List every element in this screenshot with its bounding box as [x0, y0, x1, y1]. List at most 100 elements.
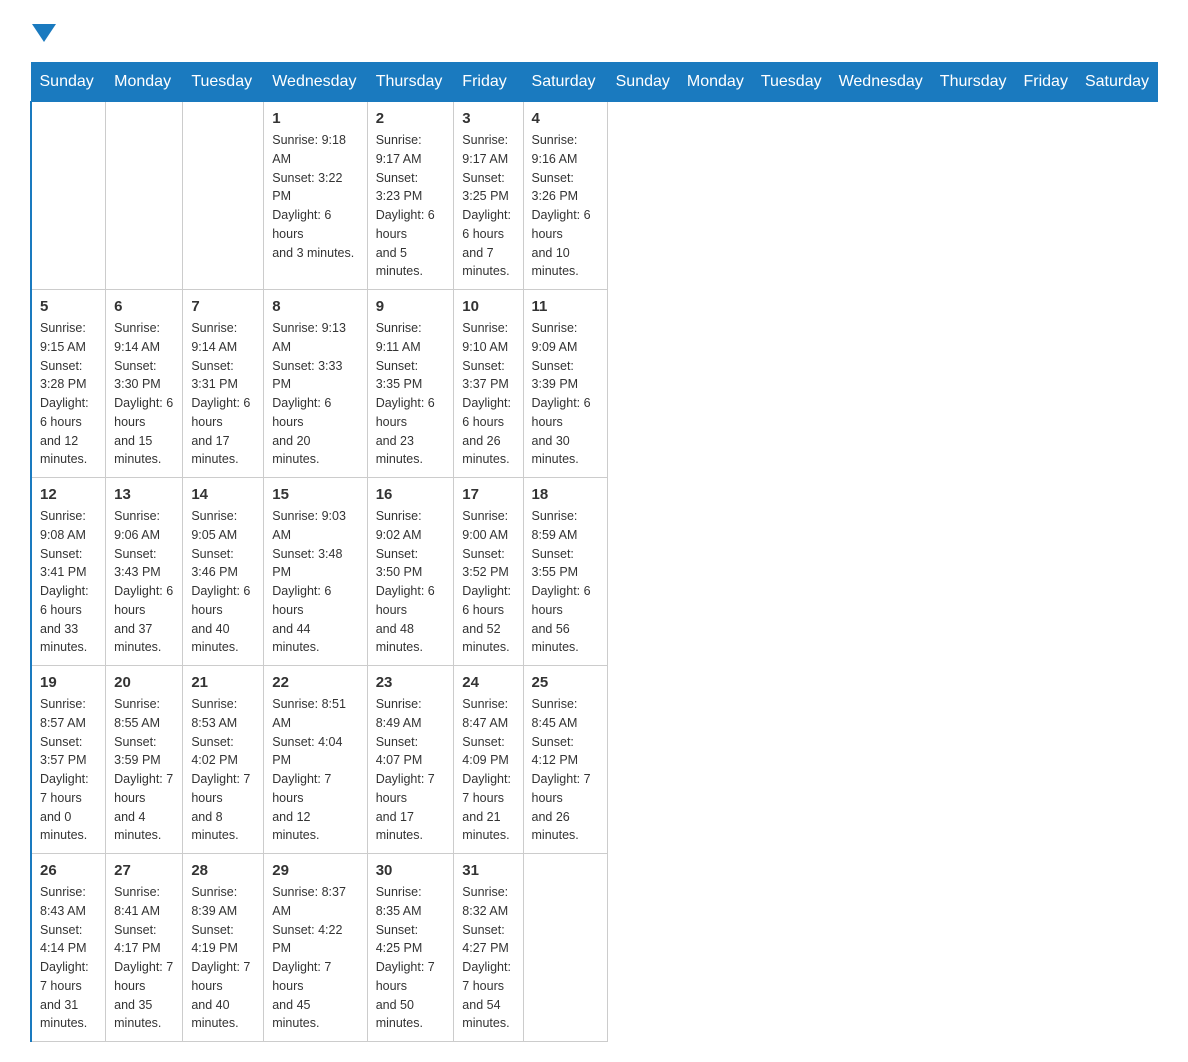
day-of-week-saturday: Saturday [1076, 63, 1157, 102]
day-of-week-friday: Friday [1015, 63, 1076, 102]
calendar-cell: 15Sunrise: 9:03 AM Sunset: 3:48 PM Dayli… [264, 478, 367, 666]
day-number: 17 [462, 486, 514, 503]
day-number: 8 [272, 298, 358, 315]
calendar-cell: 5 Sunrise: 9:15 AM Sunset: 3:28 PM Daylig… [31, 290, 106, 478]
calendar-cell: 26Sunrise: 8:43 AM Sunset: 4:14 PM Dayli… [31, 854, 106, 1042]
calendar-cell: 20 Sunrise: 8:55 AM Sunset: 3:59 PM Dayli… [106, 666, 183, 854]
day-info: Sunrise: 8:53 AM Sunset: 4:02 PM Dayligh… [191, 695, 255, 845]
day-of-week-header: Thursday [367, 63, 454, 102]
day-info: Sunrise: 9:08 AM Sunset: 3:41 PM Dayligh… [40, 507, 97, 657]
day-info: Sunrise: 8:55 AM Sunset: 3:59 PM Dayligh… [114, 695, 174, 845]
day-number: 29 [272, 862, 358, 879]
calendar-cell: 18 Sunrise: 8:59 AM Sunset: 3:55 PM Dayli… [523, 478, 607, 666]
calendar-cell: 16 Sunrise: 9:02 AM Sunset: 3:50 PM Dayli… [367, 478, 454, 666]
calendar-cell: 30 Sunrise: 8:35 AM Sunset: 4:25 PM Dayli… [367, 854, 454, 1042]
day-info: Sunrise: 8:49 AM Sunset: 4:07 PM Dayligh… [376, 695, 446, 845]
day-number: 14 [191, 486, 255, 503]
calendar-cell: 29 Sunrise: 8:37 AM Sunset: 4:22 PM Dayli… [264, 854, 367, 1042]
day-of-week-header: Monday [106, 63, 183, 102]
calendar-cell [106, 102, 183, 290]
calendar-cell [523, 854, 607, 1042]
day-number: 25 [532, 674, 599, 691]
calendar-cell: 31Sunrise: 8:32 AM Sunset: 4:27 PM Dayli… [454, 854, 523, 1042]
day-info: Sunrise: 8:41 AM Sunset: 4:17 PM Dayligh… [114, 883, 174, 1033]
day-info: Sunrise: 8:35 AM Sunset: 4:25 PM Dayligh… [376, 883, 446, 1033]
day-number: 7 [191, 298, 255, 315]
day-info: Sunrise: 9:16 AM Sunset: 3:26 PM Dayligh… [532, 131, 599, 281]
day-info: Sunrise: 9:14 AM Sunset: 3:30 PM Dayligh… [114, 319, 174, 469]
day-number: 2 [376, 110, 446, 127]
page-header [30, 20, 1158, 42]
day-number: 30 [376, 862, 446, 879]
calendar-cell: 25 Sunrise: 8:45 AM Sunset: 4:12 PM Dayli… [523, 666, 607, 854]
day-info: Sunrise: 9:09 AM Sunset: 3:39 PM Dayligh… [532, 319, 599, 469]
day-of-week-header: Sunday [31, 63, 106, 102]
day-number: 27 [114, 862, 174, 879]
day-info: Sunrise: 9:17 AM Sunset: 3:25 PM Dayligh… [462, 131, 514, 281]
day-number: 22 [272, 674, 358, 691]
calendar-cell [31, 102, 106, 290]
day-number: 20 [114, 674, 174, 691]
calendar-header-row: SundayMondayTuesdayWednesdayThursdayFrid… [31, 63, 1158, 102]
day-of-week-sunday: Sunday [607, 63, 678, 102]
calendar-cell: 6Sunrise: 9:14 AM Sunset: 3:30 PM Daylig… [106, 290, 183, 478]
day-number: 18 [532, 486, 599, 503]
calendar-week-row: 1Sunrise: 9:18 AM Sunset: 3:22 PM Daylig… [31, 102, 1158, 290]
day-number: 15 [272, 486, 358, 503]
day-number: 13 [114, 486, 174, 503]
calendar-cell: 14 Sunrise: 9:05 AM Sunset: 3:46 PM Dayli… [183, 478, 264, 666]
calendar-cell [183, 102, 264, 290]
day-number: 28 [191, 862, 255, 879]
day-info: Sunrise: 9:02 AM Sunset: 3:50 PM Dayligh… [376, 507, 446, 657]
calendar-cell: 9 Sunrise: 9:11 AM Sunset: 3:35 PM Daylig… [367, 290, 454, 478]
day-info: Sunrise: 9:10 AM Sunset: 3:37 PM Dayligh… [462, 319, 514, 469]
day-info: Sunrise: 9:14 AM Sunset: 3:31 PM Dayligh… [191, 319, 255, 469]
day-number: 16 [376, 486, 446, 503]
logo-triangle-icon [32, 24, 56, 42]
day-number: 21 [191, 674, 255, 691]
day-number: 19 [40, 674, 97, 691]
calendar-cell: 22Sunrise: 8:51 AM Sunset: 4:04 PM Dayli… [264, 666, 367, 854]
day-of-week-thursday: Thursday [931, 63, 1015, 102]
day-info: Sunrise: 8:43 AM Sunset: 4:14 PM Dayligh… [40, 883, 97, 1033]
day-info: Sunrise: 8:32 AM Sunset: 4:27 PM Dayligh… [462, 883, 514, 1033]
calendar-cell: 2 Sunrise: 9:17 AM Sunset: 3:23 PM Daylig… [367, 102, 454, 290]
calendar-table: SundayMondayTuesdayWednesdayThursdayFrid… [30, 62, 1158, 1042]
day-of-week-header: Tuesday [183, 63, 264, 102]
calendar-cell: 4 Sunrise: 9:16 AM Sunset: 3:26 PM Daylig… [523, 102, 607, 290]
calendar-cell: 13Sunrise: 9:06 AM Sunset: 3:43 PM Dayli… [106, 478, 183, 666]
day-number: 4 [532, 110, 599, 127]
logo [30, 20, 56, 42]
calendar-cell: 19Sunrise: 8:57 AM Sunset: 3:57 PM Dayli… [31, 666, 106, 854]
calendar-cell: 27 Sunrise: 8:41 AM Sunset: 4:17 PM Dayli… [106, 854, 183, 1042]
day-number: 1 [272, 110, 358, 127]
calendar-cell: 3 Sunrise: 9:17 AM Sunset: 3:25 PM Daylig… [454, 102, 523, 290]
calendar-week-row: 12 Sunrise: 9:08 AM Sunset: 3:41 PM Dayli… [31, 478, 1158, 666]
day-info: Sunrise: 8:47 AM Sunset: 4:09 PM Dayligh… [462, 695, 514, 845]
day-info: Sunrise: 8:37 AM Sunset: 4:22 PM Dayligh… [272, 883, 358, 1033]
calendar-cell: 23 Sunrise: 8:49 AM Sunset: 4:07 PM Dayli… [367, 666, 454, 854]
day-number: 23 [376, 674, 446, 691]
day-of-week-tuesday: Tuesday [752, 63, 830, 102]
day-number: 5 [40, 298, 97, 315]
calendar-cell: 24Sunrise: 8:47 AM Sunset: 4:09 PM Dayli… [454, 666, 523, 854]
day-number: 12 [40, 486, 97, 503]
day-of-week-monday: Monday [678, 63, 752, 102]
day-info: Sunrise: 9:05 AM Sunset: 3:46 PM Dayligh… [191, 507, 255, 657]
day-info: Sunrise: 9:15 AM Sunset: 3:28 PM Dayligh… [40, 319, 97, 469]
day-number: 10 [462, 298, 514, 315]
calendar-cell: 12 Sunrise: 9:08 AM Sunset: 3:41 PM Dayli… [31, 478, 106, 666]
day-info: Sunrise: 9:17 AM Sunset: 3:23 PM Dayligh… [376, 131, 446, 281]
day-of-week-wednesday: Wednesday [830, 63, 931, 102]
calendar-cell: 7 Sunrise: 9:14 AM Sunset: 3:31 PM Daylig… [183, 290, 264, 478]
day-number: 11 [532, 298, 599, 315]
calendar-cell: 11 Sunrise: 9:09 AM Sunset: 3:39 PM Dayli… [523, 290, 607, 478]
day-number: 3 [462, 110, 514, 127]
day-info: Sunrise: 8:45 AM Sunset: 4:12 PM Dayligh… [532, 695, 599, 845]
day-info: Sunrise: 9:11 AM Sunset: 3:35 PM Dayligh… [376, 319, 446, 469]
day-info: Sunrise: 8:59 AM Sunset: 3:55 PM Dayligh… [532, 507, 599, 657]
calendar-cell: 10 Sunrise: 9:10 AM Sunset: 3:37 PM Dayli… [454, 290, 523, 478]
day-info: Sunrise: 9:00 AM Sunset: 3:52 PM Dayligh… [462, 507, 514, 657]
calendar-cell: 21 Sunrise: 8:53 AM Sunset: 4:02 PM Dayli… [183, 666, 264, 854]
day-number: 9 [376, 298, 446, 315]
